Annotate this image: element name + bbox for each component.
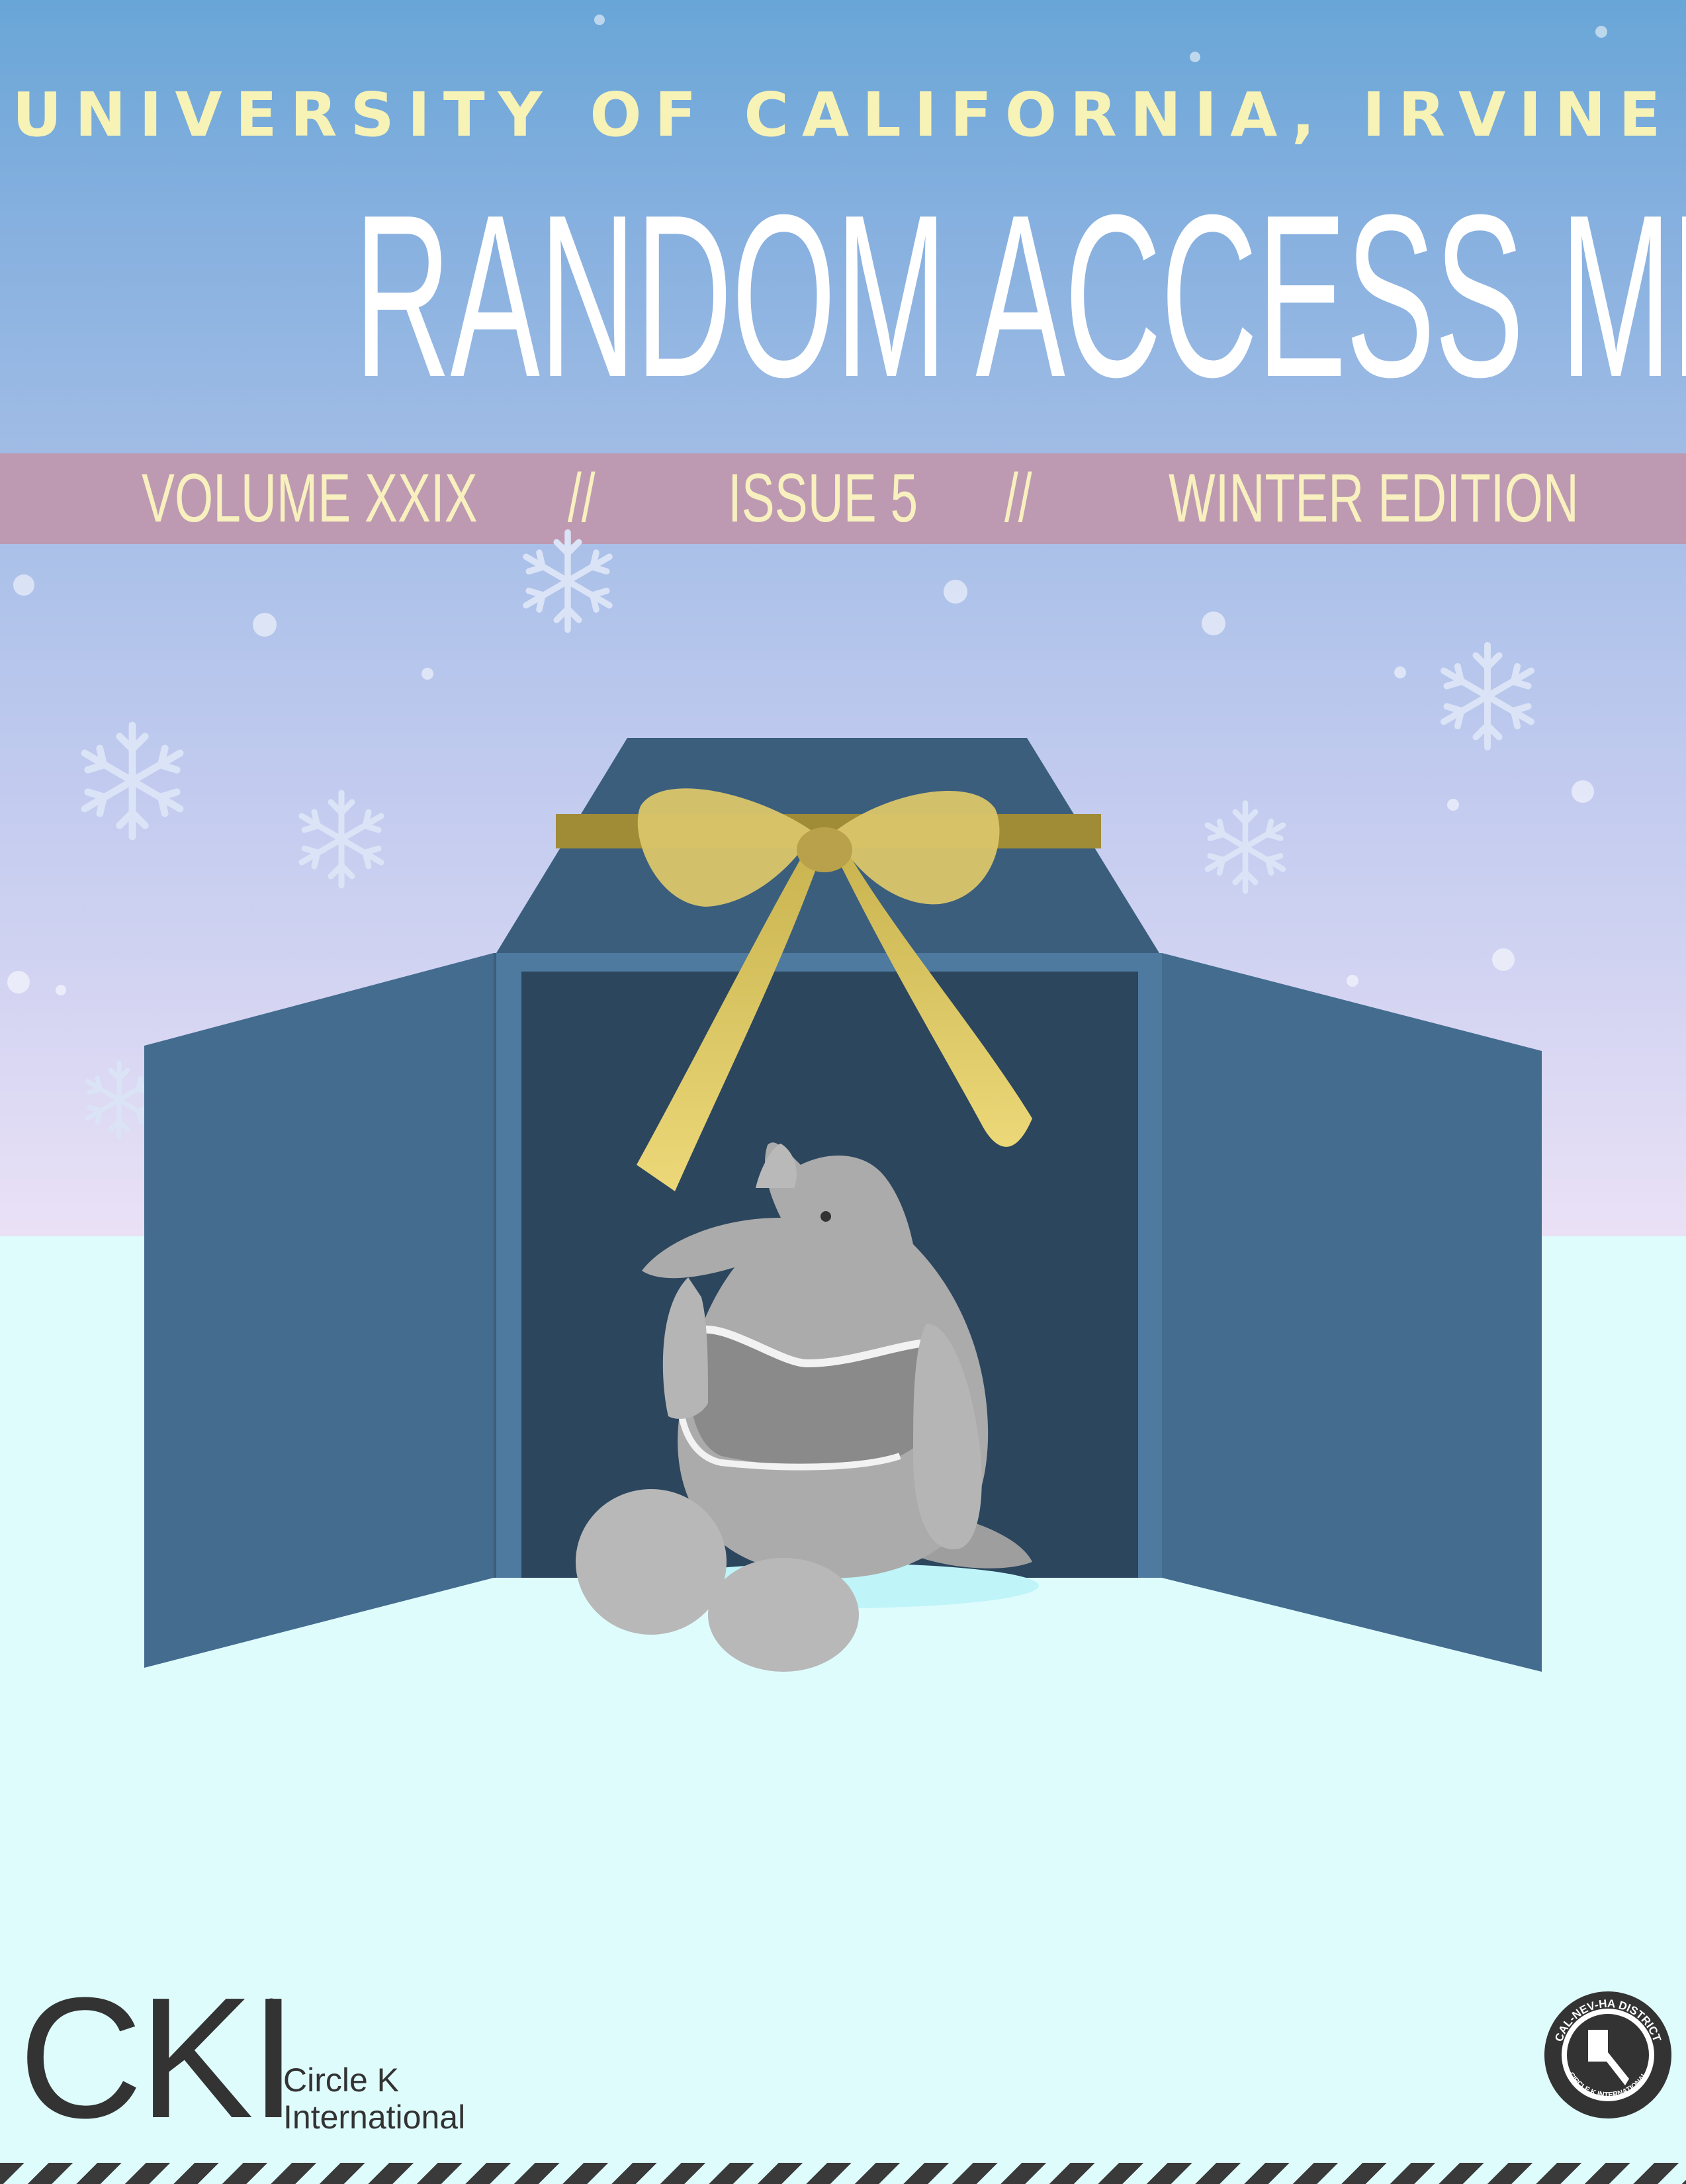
cki-line-1: Circle K: [283, 2062, 400, 2099]
magazine-cover: UNIVERSITY OF CALIFORNIA, IRVINE RANDOM …: [0, 0, 1686, 2184]
hazard-stripe: [0, 2163, 1686, 2184]
district-seal-icon: CAL-NEV-HA DISTRICT CIRCLE K INTERNATION…: [1544, 1991, 1671, 2118]
cki-line-2: International: [283, 2099, 466, 2136]
cki-logo: CKI: [19, 1962, 297, 2154]
cki-subtitle: Circle K International: [283, 2062, 465, 2136]
cover-illustration: [7, 15, 1607, 1672]
registered-mark: ®: [266, 1995, 277, 2012]
